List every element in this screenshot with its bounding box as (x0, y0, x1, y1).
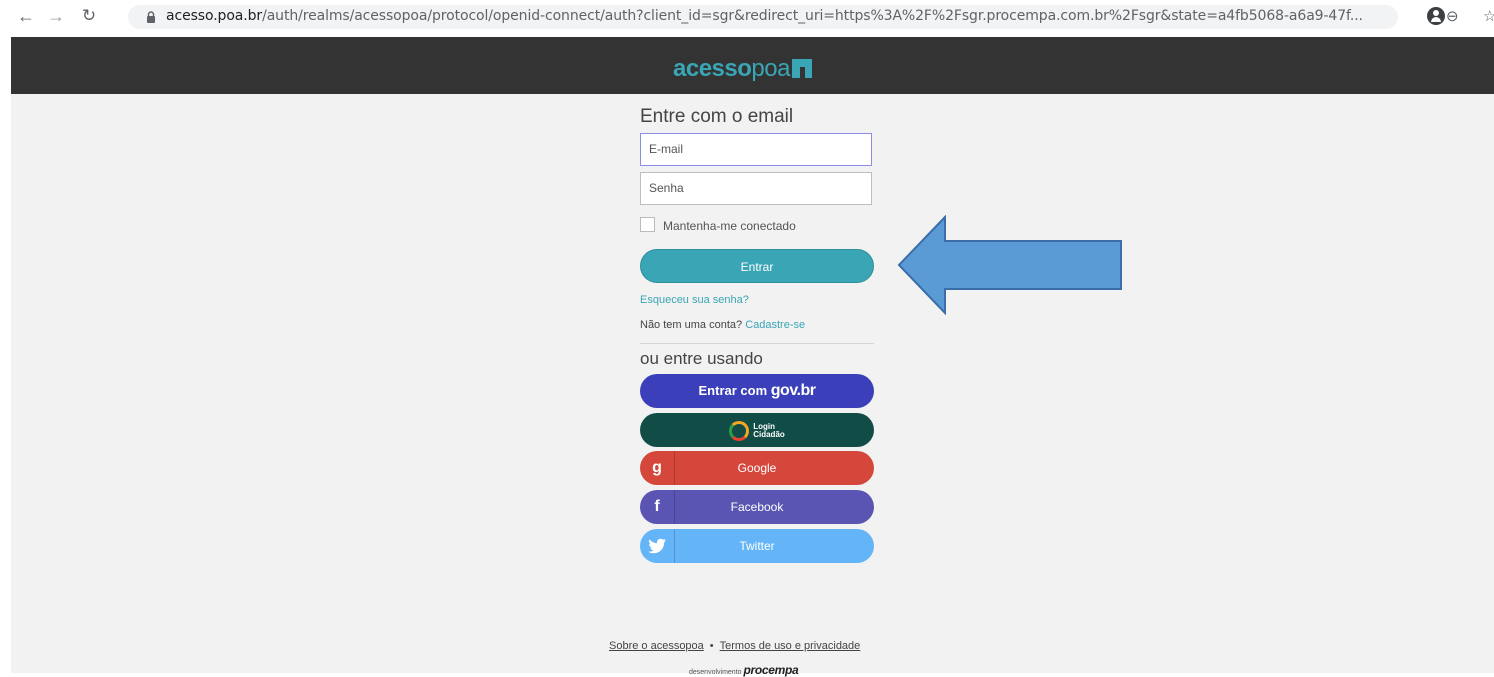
no-account-text: Não tem uma conta? (640, 319, 743, 331)
twitter-icon (640, 529, 675, 563)
lock-icon (147, 11, 155, 23)
register-line: Não tem uma conta? Cadastre-se (640, 319, 805, 331)
password-input[interactable]: Senha (640, 172, 872, 205)
browser-toolbar: ← → ↻ acesso.poa.br/auth/realms/acessopo… (0, 0, 1494, 33)
zoom-icon[interactable]: ⊖ (1446, 7, 1459, 25)
alt-login-heading: ou entre usando (640, 349, 763, 368)
login-cidadao-label: Login Cidadão (753, 422, 785, 439)
login-cidadao-button[interactable]: Login Cidadão (640, 413, 874, 447)
back-arrow-icon[interactable]: ← (15, 5, 37, 27)
profile-icon[interactable] (1427, 7, 1445, 25)
forgot-password-link[interactable]: Esqueceu sua senha? (640, 294, 749, 306)
reload-icon[interactable]: ↻ (78, 5, 100, 27)
divider (640, 343, 874, 344)
login-cidadao-icon (729, 420, 750, 441)
facebook-icon: f (640, 490, 675, 524)
address-bar[interactable]: acesso.poa.br/auth/realms/acessopoa/prot… (128, 5, 1494, 29)
google-login-button[interactable]: g Google (640, 451, 874, 485)
govbr-logo: gov.br (770, 382, 816, 399)
login-heading: Entre com o email (640, 106, 794, 127)
url-host: acesso.poa.br (166, 8, 263, 24)
logo-light: poa (751, 55, 790, 82)
page: acessopoa Entre com o email E-mail Senha… (11, 37, 1494, 677)
footer-links: Sobre o acessopoa • Termos de uso e privac… (609, 640, 860, 652)
url-text[interactable]: acesso.poa.br/auth/realms/acessopoa/prot… (166, 8, 1363, 24)
logo-bold: acesso (673, 55, 752, 82)
facebook-label: Facebook (730, 500, 784, 514)
remember-label[interactable]: Mantenha-me conectado (663, 219, 796, 233)
footer-separator: • (709, 640, 714, 652)
annotation-arrow-icon (897, 215, 1122, 315)
google-label: Google (737, 461, 777, 475)
submit-button[interactable]: Entrar (640, 249, 874, 283)
cidadao-line2: Cidadão (753, 429, 785, 439)
star-icon[interactable]: ☆ (1483, 7, 1494, 25)
email-input[interactable]: E-mail (640, 133, 872, 166)
acessopoa-logo[interactable]: acessopoa (673, 55, 812, 83)
forward-arrow-icon[interactable]: → (45, 5, 67, 27)
facebook-login-button[interactable]: f Facebook (640, 490, 874, 524)
terms-link[interactable]: Termos de uso e privacidade (720, 640, 861, 652)
remember-checkbox[interactable] (640, 217, 655, 232)
google-icon: g (640, 451, 675, 485)
govbr-login-button[interactable]: Entrar com gov.br (640, 374, 874, 408)
site-header: acessopoa (11, 37, 1494, 94)
url-path: /auth/realms/acessopoa/protocol/openid-c… (262, 8, 1363, 24)
about-link[interactable]: Sobre o acessopoa (609, 640, 704, 652)
twitter-login-button[interactable]: Twitter (640, 529, 874, 563)
logo-mark-icon (791, 59, 812, 78)
procempa-logo[interactable]: procempa (743, 663, 798, 677)
register-link[interactable]: Cadastre-se (745, 319, 805, 331)
developer-credit: desenvolvimento procempa (689, 663, 799, 677)
govbr-prefix: Entrar com (698, 383, 768, 398)
twitter-label: Twitter (739, 539, 775, 553)
